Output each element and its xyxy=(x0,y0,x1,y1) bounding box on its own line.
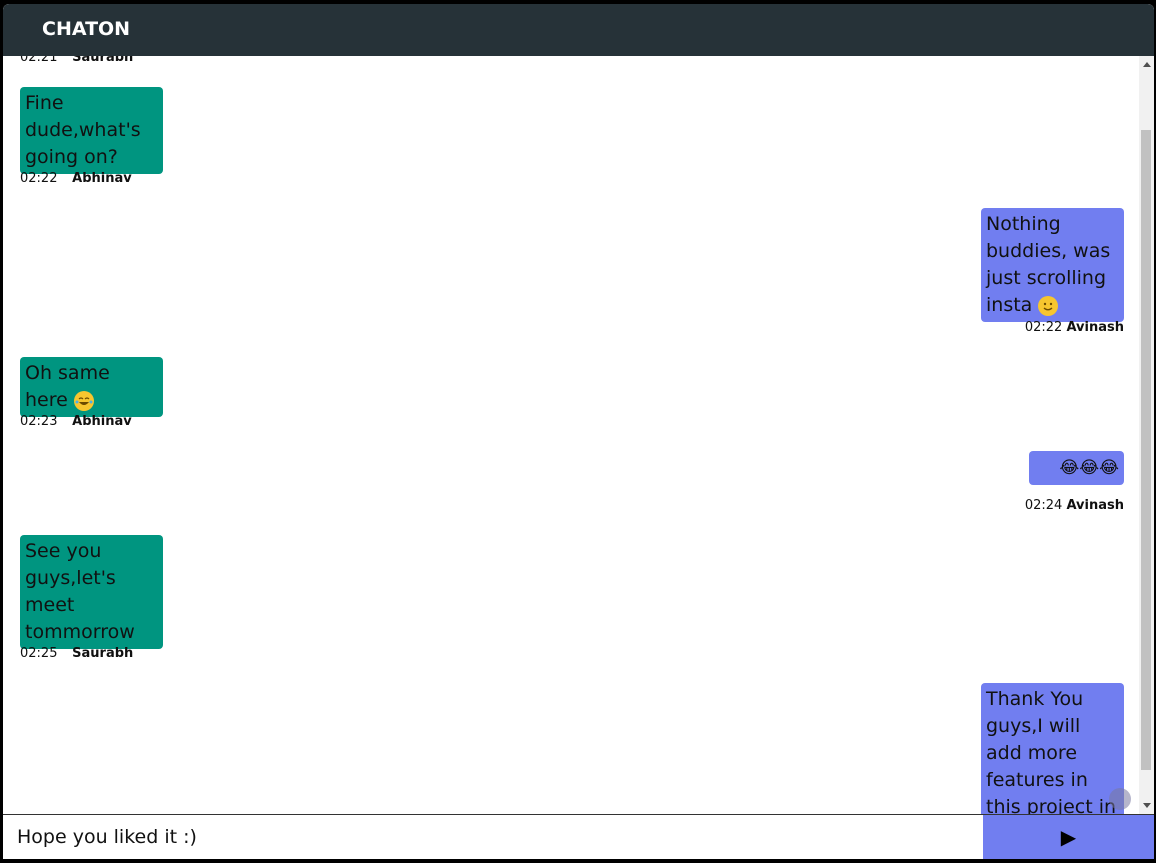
message-bubble: See you guys,let's meet tommorrow xyxy=(20,535,163,649)
message-time: 02:22 xyxy=(1024,320,1063,335)
message-time: 02:24 xyxy=(1024,498,1063,513)
slightly-smiling-face-icon xyxy=(1038,295,1059,316)
message-text: Fine dude,what's going on? xyxy=(25,92,141,168)
scroll-down-arrow-icon[interactable] xyxy=(1143,803,1151,808)
message-time: 02:21 xyxy=(20,56,58,65)
message-bubble: 😂😂😂 xyxy=(1029,451,1124,485)
message-sender: Abhinav xyxy=(72,414,132,429)
composer-bar: ▶ xyxy=(3,814,1154,859)
chat-app: CHATON 02:21 Saurabh Fine dude,what's go… xyxy=(3,4,1154,859)
message-sender: Saurabh xyxy=(72,646,134,661)
vertical-scrollbar[interactable] xyxy=(1139,56,1154,814)
message-text: Oh same here xyxy=(25,362,110,411)
message-list[interactable]: 02:21 Saurabh Fine dude,what's going on?… xyxy=(3,56,1139,814)
message-meta: 02:21 Saurabh xyxy=(20,56,133,65)
message-text: See you guys,let's meet tommorrow xyxy=(25,540,135,643)
scroll-indicator-dot[interactable] xyxy=(1109,788,1131,810)
message-sender: Avinash xyxy=(1066,498,1124,513)
app-header: CHATON xyxy=(3,4,1154,56)
message-bubble: Thank You guys,I will add more features … xyxy=(981,683,1124,814)
message-bubble: Nothing buddies, was just scrolling inst… xyxy=(981,208,1124,322)
app-title: CHATON xyxy=(42,18,131,40)
message-bubble: Oh same here xyxy=(20,357,163,417)
message-time: 02:25 xyxy=(20,646,58,661)
message-meta: 02:22 Abhinav xyxy=(20,171,132,186)
message-meta: 02:22 Avinash xyxy=(1014,320,1124,335)
laughing-tears-face-icon xyxy=(73,390,94,411)
message-input[interactable] xyxy=(3,815,981,859)
message-sender: Saurabh xyxy=(72,56,134,65)
message-time: 02:23 xyxy=(20,414,58,429)
message-sender: Abhinav xyxy=(72,171,132,186)
message-bubble: Fine dude,what's going on? xyxy=(20,87,163,174)
message-time: 02:22 xyxy=(20,171,58,186)
scrollbar-thumb[interactable] xyxy=(1141,130,1151,770)
message-sender: Avinash xyxy=(1066,320,1124,335)
message-meta: 02:23 Abhinav xyxy=(20,414,132,429)
message-text: Thank You guys,I will add more features … xyxy=(986,688,1117,814)
message-meta: 02:24 Avinash xyxy=(1014,498,1124,513)
message-text: 😂😂😂 xyxy=(1059,458,1119,478)
message-meta: 02:25 Saurabh xyxy=(20,646,133,661)
send-button[interactable]: ▶ xyxy=(983,815,1154,859)
scroll-up-arrow-icon[interactable] xyxy=(1143,62,1151,67)
